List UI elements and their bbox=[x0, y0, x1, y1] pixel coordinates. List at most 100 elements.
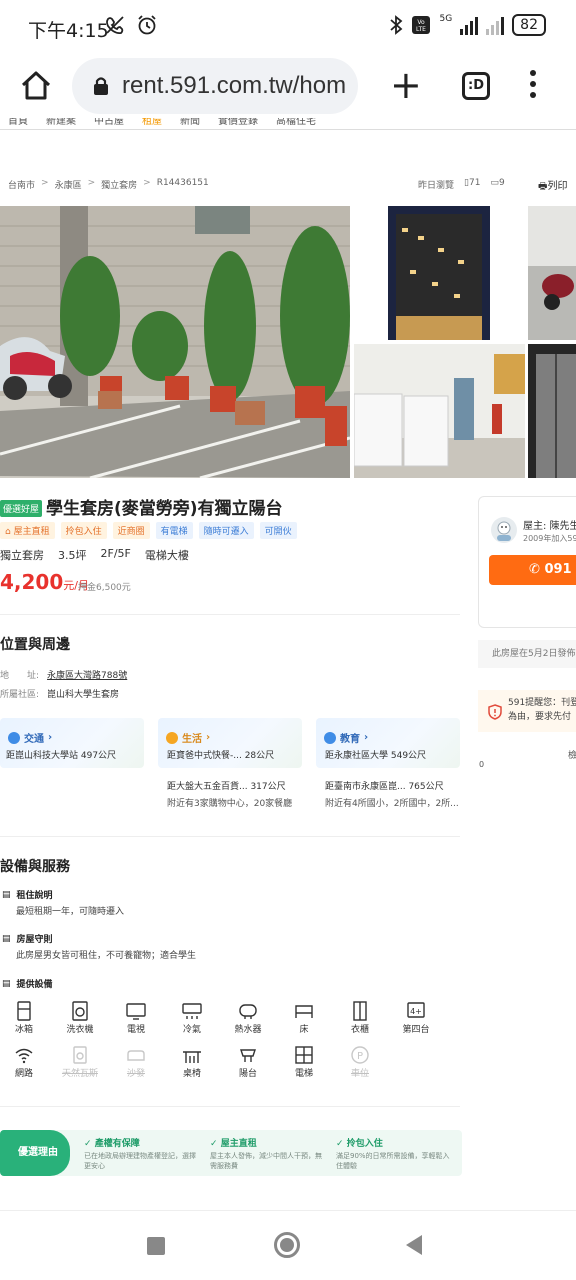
listing-specs: 獨立套房 3.5坪 2F/5F 電梯大樓 bbox=[0, 547, 189, 563]
equipment-item: 床 bbox=[274, 1000, 334, 1035]
phone-number: 091 bbox=[544, 562, 572, 577]
gas-icon bbox=[50, 1044, 110, 1066]
check-icon: ✓ bbox=[84, 1139, 92, 1149]
breadcrumb-type[interactable]: 獨立套房 bbox=[101, 178, 137, 191]
more-menu-icon[interactable] bbox=[530, 70, 538, 103]
location-title: 位置與周邊 bbox=[0, 637, 70, 653]
equipment-item: 電視 bbox=[106, 1000, 166, 1035]
comment-count: 9 bbox=[498, 178, 505, 188]
views-count: 71 bbox=[468, 178, 481, 188]
tag: 拎包入住 bbox=[60, 522, 107, 539]
featured-badge: 優選好屋 bbox=[0, 500, 43, 517]
photo-gallery bbox=[0, 206, 576, 480]
equip-head: 提供設備 bbox=[16, 980, 53, 990]
alert-line: 591提醒您：刊登 bbox=[508, 698, 576, 708]
rules-text: 此房屋男女皆可租住，不可養寵物；適合學生 bbox=[16, 951, 197, 961]
nav-item-home[interactable]: 首頁 bbox=[8, 118, 28, 127]
equipment-item: 陽台 bbox=[218, 1044, 278, 1079]
equipment-item: 衣櫃 bbox=[330, 1000, 390, 1035]
phone-icon: ✆ bbox=[529, 562, 540, 577]
balcony-icon bbox=[218, 1044, 278, 1066]
tv-icon bbox=[106, 1000, 166, 1022]
equipment-label: 桌椅 bbox=[182, 1069, 201, 1079]
photo-thumb-4[interactable] bbox=[528, 344, 576, 478]
photo-thumb-3[interactable] bbox=[354, 344, 525, 478]
nav-item-used[interactable]: 中古屋 bbox=[94, 118, 124, 127]
nav-item-luxury[interactable]: 高檔住宅 bbox=[276, 118, 316, 127]
alert-line: 為由，要求先付 bbox=[508, 712, 572, 722]
breadcrumb-city[interactable]: 台南市 bbox=[8, 178, 35, 191]
equipment-label: 熱水器 bbox=[234, 1025, 262, 1035]
equipment-item: 電梯 bbox=[274, 1044, 334, 1079]
poi-edu-2: 距臺南市永康區崑... 765公尺 bbox=[325, 782, 444, 792]
equipment-label: 電梯 bbox=[294, 1069, 313, 1079]
owner-since: 2009年加入59 bbox=[523, 534, 576, 543]
parking-icon: P bbox=[330, 1044, 390, 1066]
address-link[interactable]: 永康區大灣路788號 bbox=[47, 668, 127, 681]
home-button[interactable] bbox=[274, 1232, 300, 1258]
equipment-label: 第四台 bbox=[402, 1025, 430, 1035]
desk-chair-icon bbox=[162, 1044, 222, 1066]
breadcrumb-district[interactable]: 永康區 bbox=[55, 178, 82, 191]
battery-icon: 82 bbox=[512, 14, 546, 36]
url-bar[interactable]: rent.591.com.tw/hom bbox=[72, 58, 358, 114]
community-value: 崑山科大學生套房 bbox=[47, 690, 120, 700]
lock-icon bbox=[94, 77, 108, 95]
bed-icon bbox=[274, 1000, 334, 1022]
nav-item-price[interactable]: 實價登錄 bbox=[218, 118, 258, 127]
new-tab-button[interactable]: + bbox=[390, 66, 422, 104]
svg-text:LTE: LTE bbox=[416, 26, 426, 33]
equipment-item: 冰箱 bbox=[0, 1000, 54, 1035]
tag-owner: ⌂ 屋主直租 bbox=[0, 522, 55, 539]
signal-icon bbox=[460, 15, 479, 35]
recents-button[interactable] bbox=[147, 1237, 165, 1255]
rent-text: 最短租期一年，可隨時遷入 bbox=[16, 907, 125, 917]
sofa-icon bbox=[106, 1044, 166, 1066]
home-tag-icon: ⌂ bbox=[5, 527, 11, 537]
equipment-label: 沙發 bbox=[126, 1069, 145, 1079]
spec-floor: 2F/5F bbox=[100, 547, 131, 560]
cable-tv-icon: 4+ bbox=[386, 1000, 446, 1022]
system-nav-bar bbox=[0, 1210, 576, 1280]
nav-item-new[interactable]: 新建案 bbox=[46, 118, 76, 127]
breadcrumb: 台南市 > 永康區 > 獨立套房 > R14436151 bbox=[8, 178, 209, 191]
poi-head: 交通 bbox=[24, 734, 44, 745]
spec-type: 獨立套房 bbox=[0, 549, 44, 562]
reason-title: 屋主直租 bbox=[220, 1139, 257, 1149]
tab-switcher-button[interactable]: :D bbox=[462, 72, 490, 100]
spec-building: 電梯大樓 bbox=[144, 549, 189, 562]
url-text: rent.591.com.tw/hom bbox=[122, 72, 347, 99]
back-button[interactable] bbox=[406, 1235, 422, 1255]
print-button[interactable]: 🖶列印 bbox=[538, 177, 567, 196]
photo-thumb-2[interactable] bbox=[528, 206, 576, 340]
alarm-icon bbox=[138, 15, 156, 35]
poi-head: 教育 bbox=[340, 734, 360, 745]
home-icon[interactable] bbox=[18, 68, 54, 104]
reasons-banner: 優選理由 ✓ 產權有保障 已在地政局辦理建物產權登記，選擇更安心 ✓ 屋主直租 … bbox=[0, 1130, 462, 1176]
photo-thumb-1[interactable] bbox=[388, 206, 490, 340]
breadcrumb-id: R14436151 bbox=[156, 178, 209, 188]
safety-alert: 591提醒您：刊登 為由，要求先付 bbox=[478, 690, 576, 732]
price-value: 4,200 bbox=[0, 570, 64, 594]
equipment-item: 沙發 bbox=[106, 1044, 166, 1079]
svg-text:P: P bbox=[357, 1051, 363, 1062]
address-label: 地 址: bbox=[0, 671, 40, 681]
nav-item-rent[interactable]: 租屋 bbox=[142, 118, 162, 127]
reason-item: ✓ 產權有保障 已在地政局辦理建物產權登記，選擇更安心 bbox=[84, 1136, 200, 1171]
tag: 可開伙 bbox=[259, 522, 297, 539]
nav-item-news[interactable]: 新聞 bbox=[180, 118, 200, 127]
reason-title: 拎包入住 bbox=[346, 1139, 383, 1149]
avatar bbox=[491, 517, 517, 543]
main-photo[interactable] bbox=[0, 206, 350, 478]
poi-edu-1: 距永康社區大學 549公尺 bbox=[325, 751, 427, 761]
equipment-item: P 車位 bbox=[330, 1044, 390, 1079]
equipment-label: 電視 bbox=[126, 1025, 145, 1035]
community-label: 所屬社區: bbox=[0, 690, 40, 700]
side-text: 檢 bbox=[568, 751, 576, 761]
call-button[interactable]: ✆ 091 bbox=[489, 555, 576, 585]
network-type: 5G bbox=[439, 14, 453, 24]
equipment-label: 陽台 bbox=[238, 1069, 257, 1079]
equip-icon: ▤ bbox=[2, 978, 11, 989]
listing-title: 學生套房(麥當勞旁)有獨立陽台 bbox=[46, 499, 283, 519]
community-row: 所屬社區: 崑山科大學生套房 bbox=[0, 687, 119, 700]
